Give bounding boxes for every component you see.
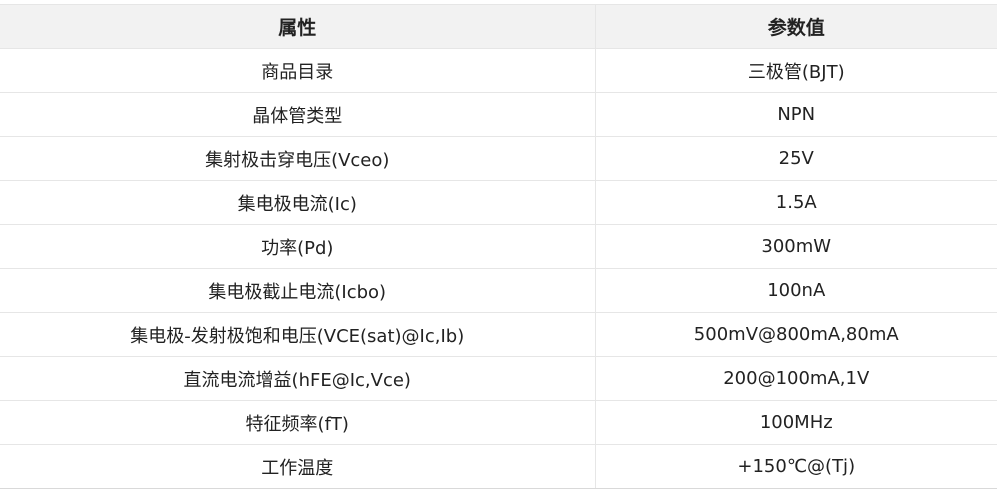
attribute-cell: 直流电流增益(hFE@Ic,Vce) [0, 356, 595, 401]
table-row: 工作温度 +150℃@(Tj) [0, 444, 997, 489]
table-row: 集射极击穿电压(Vceo) 25V [0, 136, 997, 181]
table-row: 集电极电流(Ic) 1.5A [0, 180, 997, 225]
table-row: 晶体管类型 NPN [0, 92, 997, 137]
table-row: 功率(Pd) 300mW [0, 224, 997, 269]
attribute-cell: 集电极-发射极饱和电压(VCE(sat)@Ic,Ib) [0, 312, 595, 357]
value-cell: 25V [594, 136, 997, 181]
value-cell: NPN [594, 92, 997, 137]
attribute-cell: 集射极击穿电压(Vceo) [0, 136, 595, 181]
value-cell: 1.5A [594, 180, 997, 225]
header-value: 参数值 [594, 4, 997, 49]
table-row: 直流电流增益(hFE@Ic,Vce) 200@100mA,1V [0, 356, 997, 401]
attribute-cell: 晶体管类型 [0, 92, 595, 137]
value-cell: 300mW [594, 224, 997, 269]
attribute-cell: 特征频率(fT) [0, 400, 595, 445]
value-cell: 100nA [594, 268, 997, 313]
table-row: 商品目录 三极管(BJT) [0, 48, 997, 93]
value-cell: 200@100mA,1V [594, 356, 997, 401]
value-cell: +150℃@(Tj) [594, 444, 997, 489]
spec-table: 属性 参数值 商品目录 三极管(BJT) 晶体管类型 NPN 集射极击穿电压(V… [0, 4, 997, 489]
table-header-row: 属性 参数值 [0, 4, 997, 49]
value-cell: 100MHz [594, 400, 997, 445]
value-cell: 三极管(BJT) [594, 48, 997, 93]
attribute-cell: 功率(Pd) [0, 224, 595, 269]
attribute-cell: 集电极电流(Ic) [0, 180, 595, 225]
header-attribute: 属性 [0, 4, 595, 49]
table-row: 集电极-发射极饱和电压(VCE(sat)@Ic,Ib) 500mV@800mA,… [0, 312, 997, 357]
table-row: 特征频率(fT) 100MHz [0, 400, 997, 445]
value-cell: 500mV@800mA,80mA [594, 312, 997, 357]
table-row: 集电极截止电流(Icbo) 100nA [0, 268, 997, 313]
attribute-cell: 工作温度 [0, 444, 595, 489]
attribute-cell: 商品目录 [0, 48, 595, 93]
attribute-cell: 集电极截止电流(Icbo) [0, 268, 595, 313]
